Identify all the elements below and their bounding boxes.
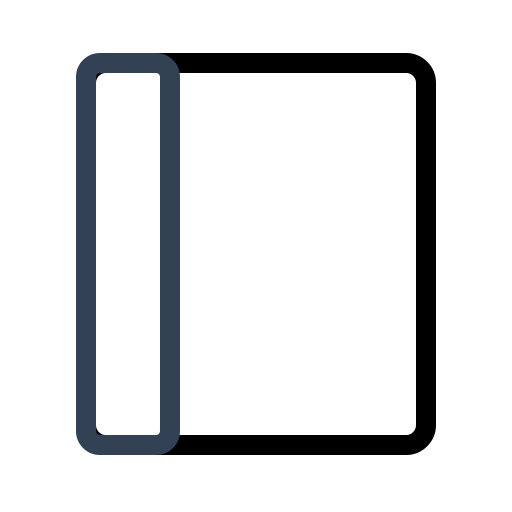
icon-canvas [0,0,512,512]
panel-frame-icon [76,53,436,455]
sidebar-column-icon [76,53,180,455]
sidebar-panel-icon [76,53,436,455]
